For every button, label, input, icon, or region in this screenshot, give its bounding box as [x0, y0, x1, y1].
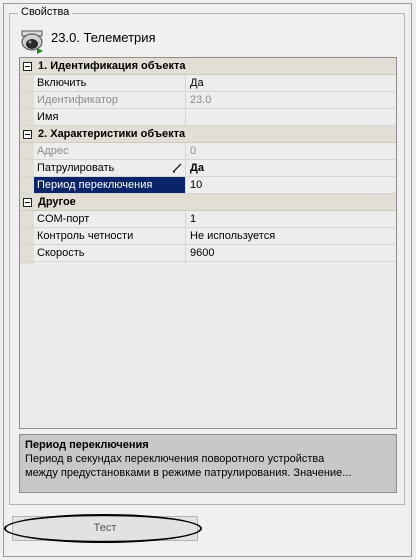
- gutter: [20, 92, 34, 108]
- collapse-icon[interactable]: [22, 61, 32, 71]
- property-value[interactable]: 10: [186, 177, 396, 193]
- property-value-text: Да: [190, 162, 204, 174]
- grid-empty-area: [20, 264, 396, 428]
- property-value-text: 0: [190, 145, 197, 157]
- property-value[interactable]: 0: [186, 143, 396, 159]
- property-name: Включить: [34, 75, 186, 91]
- group-title: Свойства: [18, 6, 73, 18]
- property-row[interactable]: COM-порт 1: [20, 211, 396, 228]
- description-panel: Период переключения Период в секундах пе…: [19, 434, 397, 493]
- property-row[interactable]: Период переключения 10: [20, 177, 396, 194]
- property-name: Идентификатор: [34, 92, 186, 108]
- description-title: Период переключения: [25, 439, 149, 451]
- property-value[interactable]: [186, 109, 396, 125]
- object-header: 23.0. Телеметрия: [19, 26, 399, 54]
- property-name: Скорость: [34, 245, 186, 261]
- property-name: Контроль четности: [34, 228, 186, 244]
- property-value[interactable]: Да: [186, 75, 396, 91]
- property-value-text: Не используется: [190, 230, 276, 242]
- property-row[interactable]: Патрулировать Да: [20, 160, 396, 177]
- gutter: [20, 126, 34, 142]
- property-name: Адрес: [34, 143, 186, 159]
- property-row[interactable]: Контроль четности Не используется: [20, 228, 396, 245]
- category-row[interactable]: Другое: [20, 194, 396, 211]
- property-name: COM-порт: [34, 211, 186, 227]
- pencil-icon: [172, 163, 182, 173]
- gutter: [20, 211, 34, 227]
- property-value-text: 9600: [190, 247, 215, 259]
- description-text: Период в секундах переключения поворотно…: [25, 453, 352, 479]
- property-row[interactable]: Идентификатор 23.0: [20, 92, 396, 109]
- property-value-text: 10: [190, 179, 203, 191]
- gutter: [20, 143, 34, 159]
- gutter: [20, 194, 34, 210]
- property-row[interactable]: Адрес 0: [20, 143, 396, 160]
- property-row[interactable]: Скорость 9600: [20, 245, 396, 262]
- gutter: [20, 58, 34, 74]
- gutter: [20, 75, 34, 91]
- category-row[interactable]: 1. Идентификация объекта: [20, 58, 396, 75]
- property-value[interactable]: 23.0: [186, 92, 396, 108]
- property-name: Период переключения: [34, 177, 186, 193]
- category-row[interactable]: 2. Характеристики объекта: [20, 126, 396, 143]
- category-label: Другое: [38, 196, 76, 208]
- category-label: 2. Характеристики объекта: [38, 128, 186, 140]
- property-name: Патрулировать: [34, 160, 186, 176]
- property-value[interactable]: Да: [172, 160, 396, 176]
- property-value-text: Да: [190, 77, 204, 89]
- ptz-camera-icon: [21, 30, 43, 54]
- gutter: [20, 245, 34, 261]
- property-row[interactable]: Включить Да: [20, 75, 396, 92]
- property-value[interactable]: 1: [186, 211, 396, 227]
- property-grid[interactable]: 1. Идентификация объекта Включить Да Иденти…: [19, 57, 397, 429]
- property-value[interactable]: Не используется: [186, 228, 396, 244]
- gutter: [20, 109, 34, 125]
- test-button[interactable]: Тест: [12, 516, 198, 541]
- property-value[interactable]: 9600: [186, 245, 396, 261]
- property-name: Имя: [34, 109, 186, 125]
- property-row[interactable]: Имя: [20, 109, 396, 126]
- collapse-icon[interactable]: [22, 197, 32, 207]
- property-value-text: 23.0: [190, 94, 212, 106]
- category-label: 1. Идентификация объекта: [38, 60, 186, 72]
- gutter: [20, 228, 34, 244]
- gutter: [20, 160, 34, 176]
- gutter: [20, 177, 34, 193]
- object-title: 23.0. Телеметрия: [51, 30, 156, 45]
- collapse-icon[interactable]: [22, 129, 32, 139]
- property-value-text: 1: [190, 213, 197, 225]
